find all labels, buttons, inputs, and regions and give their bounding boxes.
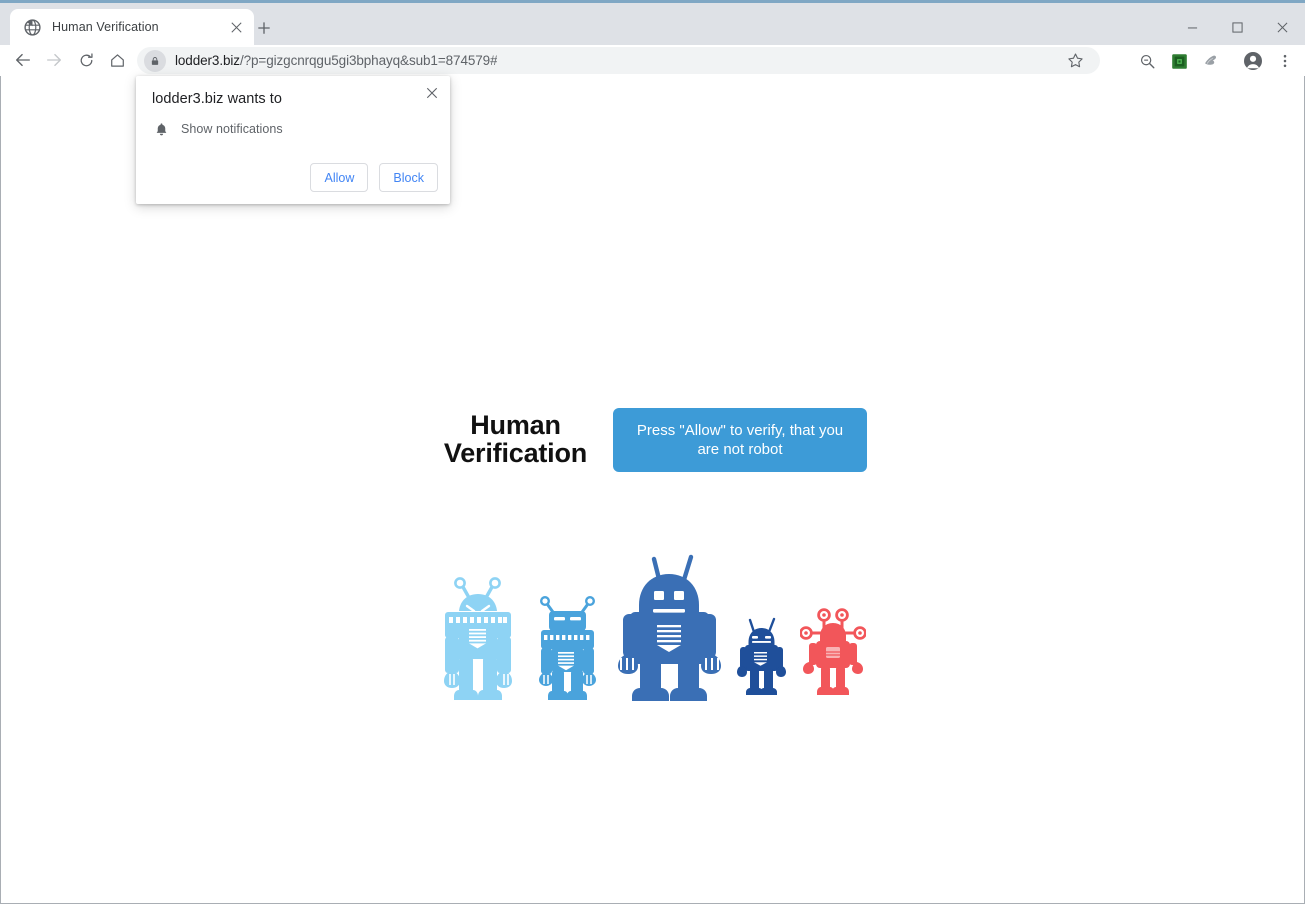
titlebar: Human Verification <box>0 3 1305 45</box>
lock-icon[interactable] <box>144 50 166 72</box>
profile-button[interactable] <box>1240 48 1266 74</box>
extension-icon <box>1171 53 1188 70</box>
globe-icon <box>24 19 41 36</box>
back-button[interactable] <box>9 46 37 74</box>
bell-icon <box>152 120 170 138</box>
reload-icon <box>78 52 95 69</box>
browser-tab[interactable]: Human Verification <box>10 9 254 45</box>
close-icon[interactable] <box>226 17 246 37</box>
new-tab-button[interactable] <box>252 16 276 40</box>
robot-sky-blue <box>535 594 600 702</box>
extension-shield-button[interactable] <box>1198 48 1224 74</box>
address-bar[interactable]: lodder3.biz/?p=gizgcnrqgu5gi3bphayq&sub1… <box>137 47 1100 74</box>
forward-arrow-icon <box>45 51 63 69</box>
robot-navy-blue <box>737 616 786 702</box>
maximize-button[interactable] <box>1215 6 1260 48</box>
permission-request-row: Show notifications <box>152 120 283 138</box>
verification-banner: Human Verification Press "Allow" to veri… <box>1 408 1304 472</box>
robot-red <box>800 606 866 702</box>
star-icon <box>1067 52 1084 69</box>
maximize-icon <box>1232 22 1243 33</box>
browser-window: Human Verification <box>0 0 1305 906</box>
minimize-icon <box>1187 22 1198 33</box>
close-icon <box>1277 22 1288 33</box>
robot-illustration <box>1 552 1304 702</box>
back-arrow-icon <box>14 51 32 69</box>
dialog-actions: Allow Block <box>310 163 438 192</box>
home-icon <box>109 52 126 69</box>
extension-green-button[interactable] <box>1166 48 1192 74</box>
close-window-button[interactable] <box>1260 6 1305 48</box>
tab-title: Human Verification <box>52 20 226 34</box>
robot-light-blue <box>439 574 517 702</box>
notification-permission-dialog: lodder3.biz wants to Show notifications … <box>136 76 450 204</box>
forward-button <box>40 46 68 74</box>
close-icon <box>426 87 438 99</box>
url-path: /?p=gizgcnrqgu5gi3bphayq&sub1=874579# <box>240 53 498 68</box>
reload-button[interactable] <box>72 46 100 74</box>
verify-cta-button[interactable]: Press "Allow" to verify, that you are no… <box>613 408 867 472</box>
url-host: lodder3.biz <box>175 53 240 68</box>
zoom-out-button[interactable] <box>1134 48 1160 74</box>
shield-extension-icon <box>1202 52 1220 70</box>
home-button[interactable] <box>103 46 131 74</box>
dialog-title: lodder3.biz wants to <box>152 91 282 107</box>
allow-button[interactable]: Allow <box>310 163 368 192</box>
three-dot-menu-icon <box>1277 53 1293 69</box>
zoom-out-icon <box>1139 53 1156 70</box>
page-title: Human Verification <box>438 412 593 468</box>
dialog-close-button[interactable] <box>421 82 443 104</box>
avatar-icon <box>1243 51 1263 71</box>
plus-icon <box>257 21 271 35</box>
url-text: lodder3.biz/?p=gizgcnrqgu5gi3bphayq&sub1… <box>175 53 497 68</box>
permission-request-label: Show notifications <box>181 122 283 136</box>
block-button[interactable]: Block <box>379 163 438 192</box>
browser-menu-button[interactable] <box>1272 48 1298 74</box>
bookmark-button[interactable] <box>1063 48 1088 73</box>
window-controls <box>1170 6 1305 48</box>
browser-toolbar: lodder3.biz/?p=gizgcnrqgu5gi3bphayq&sub1… <box>0 45 1305 76</box>
robot-royal-blue <box>618 552 721 702</box>
minimize-button[interactable] <box>1170 6 1215 48</box>
